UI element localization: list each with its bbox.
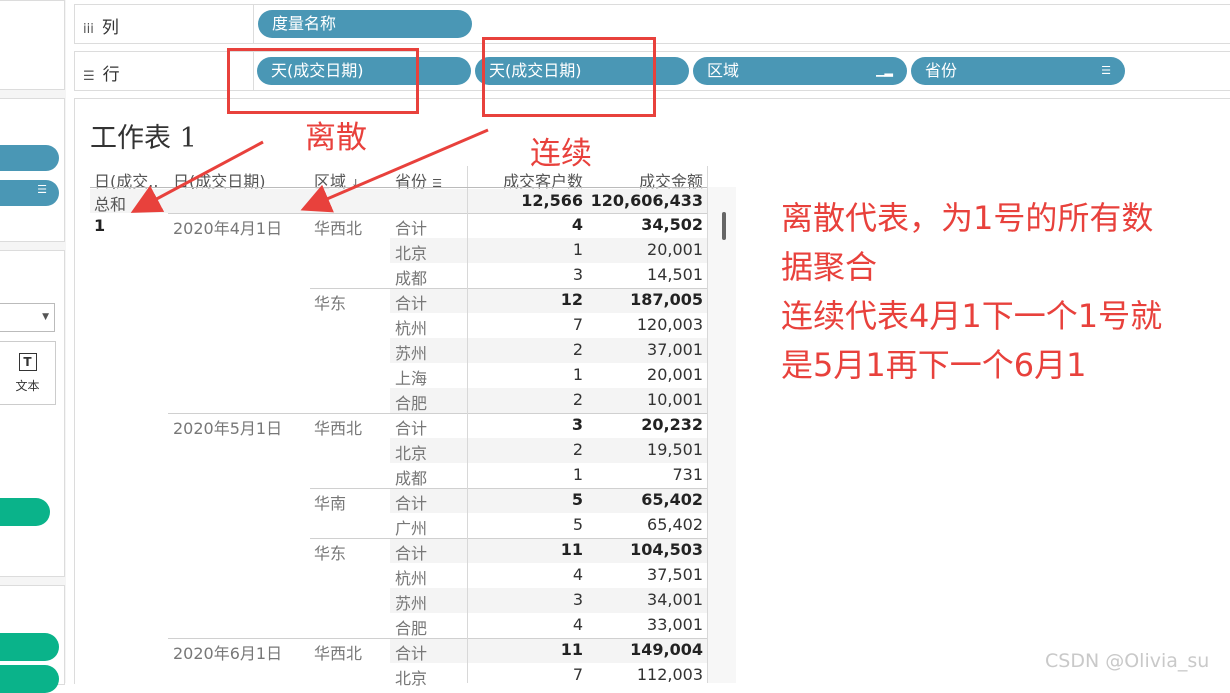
annotation-note: 离散代表，为1号的所有数 据聚合 连续代表4月1下一个1号就 是5月1再下一个6… <box>781 199 1163 384</box>
arrow-continuous <box>300 128 489 213</box>
watermark: CSDN @Olivia_su <box>1045 650 1210 672</box>
arrow-discrete <box>130 140 264 213</box>
